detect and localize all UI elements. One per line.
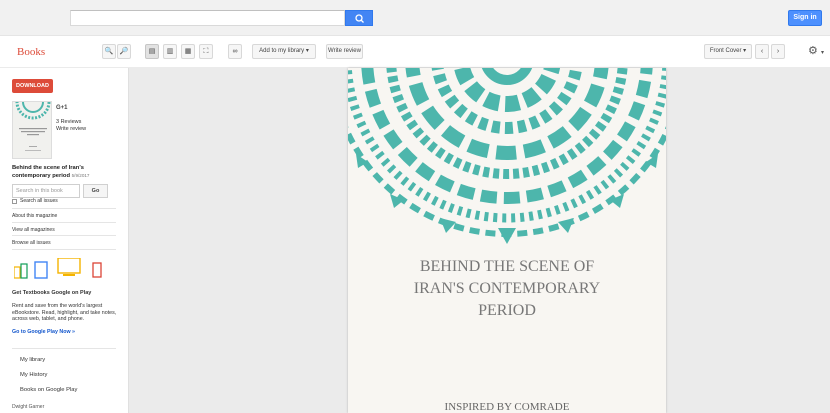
book-page[interactable]: BEHIND THE SCENE OF IRAN'S CONTEMPORARY …	[348, 68, 666, 413]
gplus-button[interactable]: G+1	[56, 105, 68, 111]
promo-title: Get Textbooks Google on Play	[12, 290, 92, 296]
chevron-down-icon: ▾	[820, 50, 824, 56]
chevron-down-icon: ▾	[743, 48, 747, 54]
zoom-out-button[interactable]: 🔎	[117, 44, 131, 59]
chevron-left-icon: ‹	[760, 48, 764, 55]
add-to-library-button[interactable]: Add to my library ▾	[252, 44, 316, 59]
search-all-issues-label: Search all issues	[20, 198, 58, 204]
search-in-book-input[interactable]: Search in this book	[12, 184, 80, 198]
google-play-link[interactable]: Go to Google Play Now »	[12, 329, 75, 335]
write-review-link[interactable]: Write review	[56, 126, 86, 132]
books-logo[interactable]: Books	[17, 46, 45, 58]
page-title: BEHIND THE SCENE OF IRAN'S CONTEMPORARY …	[348, 256, 666, 322]
devices-icon	[14, 258, 102, 279]
page-title-line-2: IRAN'S CONTEMPORARY	[413, 280, 601, 297]
page-subtitle: INSPIRED BY COMRADE	[444, 401, 570, 413]
page-title-line-1: BEHIND THE SCENE OF	[419, 258, 595, 275]
reviews-link[interactable]: 3 Reviews	[56, 119, 81, 125]
link-button[interactable]: ∞	[228, 44, 242, 59]
book-viewer[interactable]: BEHIND THE SCENE OF IRAN'S CONTEMPORARY …	[128, 68, 830, 413]
single-page-icon: ▤	[148, 48, 156, 55]
top-bar: Sign in	[0, 0, 830, 36]
add-to-library-label: Add to my library	[259, 48, 305, 54]
book-date: 5/9/2017	[71, 173, 90, 178]
about-magazine-link[interactable]: About this magazine	[12, 213, 57, 219]
cover-thumbnail[interactable]	[12, 101, 52, 159]
mandala-illustration	[348, 68, 666, 244]
two-page-icon: ▥	[166, 48, 174, 55]
chevron-down-icon: ▾	[305, 48, 309, 54]
browse-all-issues-link[interactable]: Browse all issues	[12, 240, 51, 246]
fullscreen-icon: ⛶	[203, 48, 209, 55]
grid-icon: ▦	[184, 48, 192, 55]
nav-my-library[interactable]: My library	[20, 357, 45, 363]
zoom-in-icon: 🔍	[104, 48, 114, 55]
front-cover-dropdown[interactable]: Front Cover ▾	[704, 44, 752, 59]
next-page-button[interactable]: ›	[771, 44, 785, 59]
previous-page-button[interactable]: ‹	[755, 44, 769, 59]
sign-in-button[interactable]: Sign in	[788, 10, 822, 26]
write-review-button[interactable]: Write review	[326, 44, 363, 59]
page-title-line-3: PERIOD	[478, 302, 536, 319]
book-title: Behind the scene of Iran's contemporary …	[12, 164, 122, 180]
fullscreen-button[interactable]: ⛶	[199, 44, 213, 59]
search-button[interactable]	[345, 10, 373, 26]
divider	[12, 208, 116, 209]
front-cover-label: Front Cover	[709, 48, 742, 54]
nav-my-history[interactable]: My History	[20, 372, 47, 378]
search-icon	[355, 14, 364, 23]
go-button[interactable]: Go	[83, 184, 108, 198]
thumbnail-mandala	[15, 102, 51, 151]
thumbnail-view-button[interactable]: ▦	[181, 44, 195, 59]
gear-icon: ⚙	[808, 45, 818, 57]
divider	[12, 235, 116, 236]
divider	[12, 249, 116, 250]
link-icon: ∞	[232, 48, 238, 55]
settings-button[interactable]: ⚙ ▾	[808, 44, 824, 57]
zoom-out-icon: 🔎	[119, 48, 129, 55]
single-page-button[interactable]: ▤	[145, 44, 159, 59]
divider	[12, 222, 116, 223]
nav-books-on-google-play[interactable]: Books on Google Play	[20, 387, 77, 393]
search-input[interactable]	[70, 10, 345, 26]
download-button[interactable]: DOWNLOAD	[12, 79, 53, 93]
sidebar: DOWNLOAD G+1 3 Reviews Write review Behi…	[0, 68, 128, 413]
promo-text: Rent and save from the world's largest e…	[12, 303, 117, 322]
search-all-issues-checkbox[interactable]	[12, 199, 17, 204]
two-page-button[interactable]: ▥	[163, 44, 177, 59]
chevron-right-icon: ›	[776, 48, 780, 55]
divider	[12, 348, 116, 349]
view-all-magazines-link[interactable]: View all magazines	[12, 227, 55, 233]
author-name: Dwight Garner	[12, 404, 45, 410]
zoom-in-button[interactable]: 🔍	[102, 44, 116, 59]
toolbar: Books 🔍 🔎 ▤ ▥ ▦ ⛶ ∞ Add to my library ▾ …	[0, 36, 830, 68]
